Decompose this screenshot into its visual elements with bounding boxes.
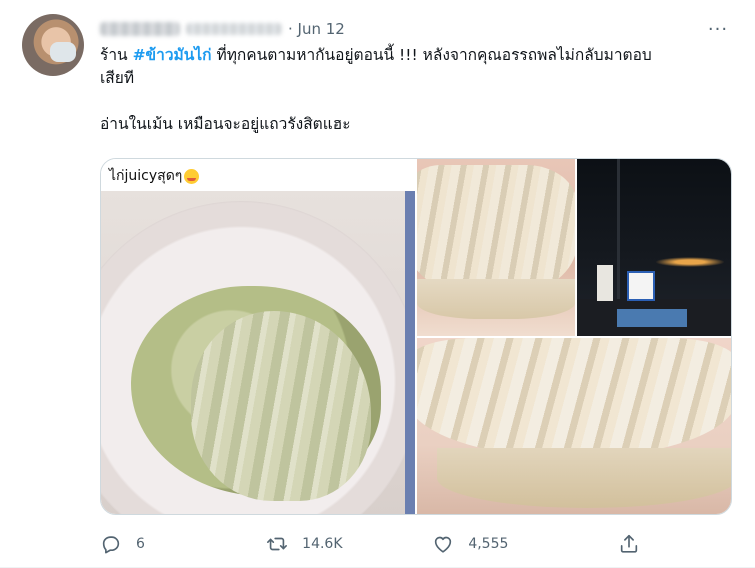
tweet-line-2: เสียที bbox=[100, 69, 135, 87]
tweet-text: ร้าน #ข้าวมันไก่ ที่ทุกคนตามหากันอยู่ตอน… bbox=[100, 44, 740, 136]
retweet-icon bbox=[267, 537, 288, 551]
tweet-actions: 6 14.6K 4,555 bbox=[100, 529, 640, 559]
photo-caption: ไก่juicyสุดๆ bbox=[109, 165, 200, 187]
photo-1-chicken-rice-plate[interactable]: ไก่juicyสุดๆ bbox=[101, 159, 415, 514]
hashtag-link[interactable]: #ข้าวมันไก่ bbox=[133, 46, 212, 64]
tweet-line-3: อ่านในเม้น เหมือนจะอยู่แถวรังสิตแฮะ bbox=[100, 115, 351, 133]
reply-count: 6 bbox=[136, 536, 145, 552]
username-blurred[interactable] bbox=[186, 23, 282, 35]
more-options-button[interactable]: ··· bbox=[705, 18, 731, 40]
retweet-button[interactable]: 14.6K bbox=[266, 533, 432, 555]
tweet-date[interactable]: · Jun 12 bbox=[288, 20, 345, 38]
share-icon bbox=[620, 534, 638, 553]
tweet-line-1: ร้าน #ข้าวมันไก่ ที่ทุกคนตามหากันอยู่ตอน… bbox=[100, 46, 652, 64]
heart-icon bbox=[435, 536, 452, 553]
retweet-count: 14.6K bbox=[302, 536, 343, 552]
reply-icon bbox=[102, 536, 120, 554]
photo-4-chicken-closeup[interactable] bbox=[417, 338, 731, 514]
reply-button[interactable]: 6 bbox=[100, 533, 266, 555]
avatar[interactable] bbox=[22, 14, 84, 76]
like-count: 4,555 bbox=[468, 536, 509, 552]
like-button[interactable]: 4,555 bbox=[432, 533, 618, 555]
grinning-face-emoji-icon bbox=[184, 168, 200, 184]
tweet[interactable]: · Jun 12 ··· ร้าน #ข้าวมันไก่ ที่ทุกคนตา… bbox=[0, 0, 755, 568]
photo-3-night-street[interactable] bbox=[577, 159, 731, 336]
photo-2-chicken-closeup[interactable] bbox=[417, 159, 575, 336]
tweet-header: · Jun 12 bbox=[100, 18, 345, 40]
display-name-blurred[interactable] bbox=[100, 22, 180, 36]
media-grid: ไก่juicyสุดๆ bbox=[100, 158, 732, 515]
share-button[interactable] bbox=[618, 533, 640, 555]
